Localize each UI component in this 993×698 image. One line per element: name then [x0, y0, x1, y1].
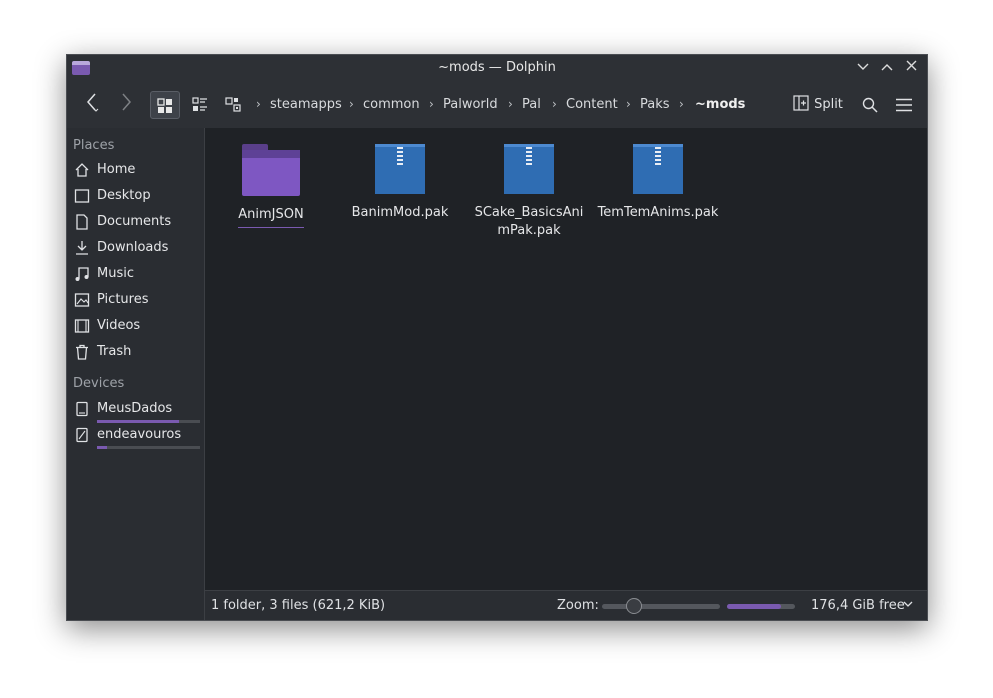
disk-usage-fill [97, 420, 180, 423]
places-section-title: Places [73, 138, 115, 153]
status-summary: 1 folder, 3 files (621,2 KiB) [211, 598, 386, 613]
dolphin-window: ~mods — Dolphin › steamapps › common › P… [66, 54, 928, 621]
sidebar-device-meusdados[interactable]: MeusDados [73, 399, 201, 425]
free-space-fill [727, 604, 782, 609]
file-item-banimmod[interactable]: BanimMod.pak [336, 144, 464, 222]
breadcrumb-mods[interactable]: ~mods [695, 97, 745, 112]
status-bar: 1 folder, 3 files (621,2 KiB) Zoom: 176,… [205, 590, 927, 620]
drive-icon [73, 401, 91, 419]
zoom-slider[interactable] [602, 598, 720, 614]
sidebar-item-documents[interactable]: Documents [73, 212, 201, 234]
trash-icon [73, 344, 91, 362]
file-name: SCake_BasicsAnimPak.pak [474, 205, 584, 238]
sidebar-item-pictures[interactable]: Pictures [73, 290, 201, 312]
sidebar-item-music[interactable]: Music [73, 264, 201, 286]
breadcrumb-palworld[interactable]: Palworld [443, 97, 498, 112]
zoom-slider-handle[interactable] [626, 598, 642, 614]
file-item-scake[interactable]: SCake_BasicsAnimPak.pak [465, 144, 593, 240]
split-label: Split [814, 97, 843, 112]
sidebar-item-downloads[interactable]: Downloads [73, 238, 201, 260]
downloads-icon [73, 240, 91, 258]
file-view[interactable]: AnimJSON BanimMod.pak SCake_BasicsAnimPa… [205, 128, 927, 590]
breadcrumb-pal[interactable]: Pal [522, 97, 541, 112]
sidebar-item-label: Downloads [97, 240, 169, 255]
breadcrumb-separator-icon: › [256, 97, 261, 111]
compact-view-icon [192, 97, 207, 111]
breadcrumb-content[interactable]: Content [566, 97, 618, 112]
disk-usage-fill [97, 446, 108, 449]
places-panel: Places Home Desktop Documents Downloads … [67, 128, 205, 620]
toolbar: › steamapps › common › Palworld › Pal › … [67, 82, 927, 129]
free-space-bar [727, 604, 795, 609]
details-view-icon [225, 97, 241, 112]
sidebar-item-home[interactable]: Home [73, 160, 201, 182]
sidebar-item-videos[interactable]: Videos [73, 316, 201, 338]
chevron-right-icon [122, 93, 131, 111]
documents-icon [73, 214, 91, 232]
split-view-icon [793, 95, 809, 111]
icons-view-button[interactable] [150, 91, 180, 119]
file-item-animjson[interactable]: AnimJSON [207, 144, 335, 228]
breadcrumb-paks[interactable]: Paks [640, 97, 670, 112]
forward-button[interactable] [113, 91, 139, 119]
icons-view-icon [157, 98, 172, 113]
home-icon [73, 162, 91, 180]
devices-section-title: Devices [73, 376, 125, 391]
desktop-icon [73, 188, 91, 206]
videos-icon [73, 318, 91, 336]
sidebar-item-label: Home [97, 162, 136, 177]
breadcrumb-separator-icon: › [679, 97, 684, 111]
sidebar-item-desktop[interactable]: Desktop [73, 186, 201, 208]
file-name: AnimJSON [238, 207, 304, 222]
archive-icon [504, 144, 554, 194]
music-icon [73, 266, 91, 284]
sidebar-item-label: Trash [97, 344, 132, 359]
file-name: TemTemAnims.pak [597, 205, 719, 220]
disk-usage-bar [97, 446, 200, 449]
breadcrumb-separator-icon: › [626, 97, 631, 111]
maximize-icon[interactable] [877, 58, 897, 78]
chevron-down-icon[interactable] [903, 597, 913, 614]
breadcrumb-separator-icon: › [429, 97, 434, 111]
file-name: BanimMod.pak [351, 205, 449, 220]
breadcrumb-separator-icon: › [552, 97, 557, 111]
drive-root-icon [73, 427, 91, 445]
sidebar-item-label: Documents [97, 214, 172, 229]
folder-icon [242, 144, 300, 196]
zoom-label: Zoom: [557, 598, 599, 613]
sidebar-item-label: Music [97, 266, 134, 281]
pictures-icon [73, 292, 91, 310]
archive-icon [633, 144, 683, 194]
hamburger-menu-icon [896, 98, 912, 112]
split-button[interactable]: Split [789, 91, 847, 119]
chevron-left-icon [87, 93, 99, 112]
compact-view-button[interactable] [187, 91, 213, 119]
focus-underline [238, 227, 304, 228]
archive-icon [375, 144, 425, 194]
search-icon [862, 97, 878, 113]
menu-button[interactable] [891, 91, 917, 119]
sidebar-item-label: Videos [97, 318, 141, 333]
breadcrumb-separator-icon: › [508, 97, 513, 111]
file-item-temtemanims[interactable]: TemTemAnims.pak [594, 144, 722, 222]
sidebar-item-label: endeavouros [97, 427, 182, 442]
minimize-icon[interactable] [853, 58, 873, 78]
back-button[interactable] [79, 91, 105, 119]
window-title: ~mods — Dolphin [438, 60, 556, 75]
sidebar-item-trash[interactable]: Trash [73, 342, 201, 364]
close-icon[interactable] [901, 58, 921, 78]
disk-usage-bar [97, 420, 200, 423]
title-bar[interactable]: ~mods — Dolphin [67, 55, 927, 82]
sidebar-item-label: Desktop [97, 188, 151, 203]
details-view-button[interactable] [221, 91, 247, 119]
breadcrumb-steamapps[interactable]: steamapps [270, 97, 342, 112]
sidebar-device-endeavouros[interactable]: endeavouros [73, 425, 201, 451]
sidebar-item-label: MeusDados [97, 401, 173, 416]
breadcrumb-separator-icon: › [349, 97, 354, 111]
search-button[interactable] [857, 91, 883, 119]
sidebar-item-label: Pictures [97, 292, 149, 307]
free-space-text[interactable]: 176,4 GiB free [811, 598, 905, 613]
breadcrumb-common[interactable]: common [363, 97, 420, 112]
